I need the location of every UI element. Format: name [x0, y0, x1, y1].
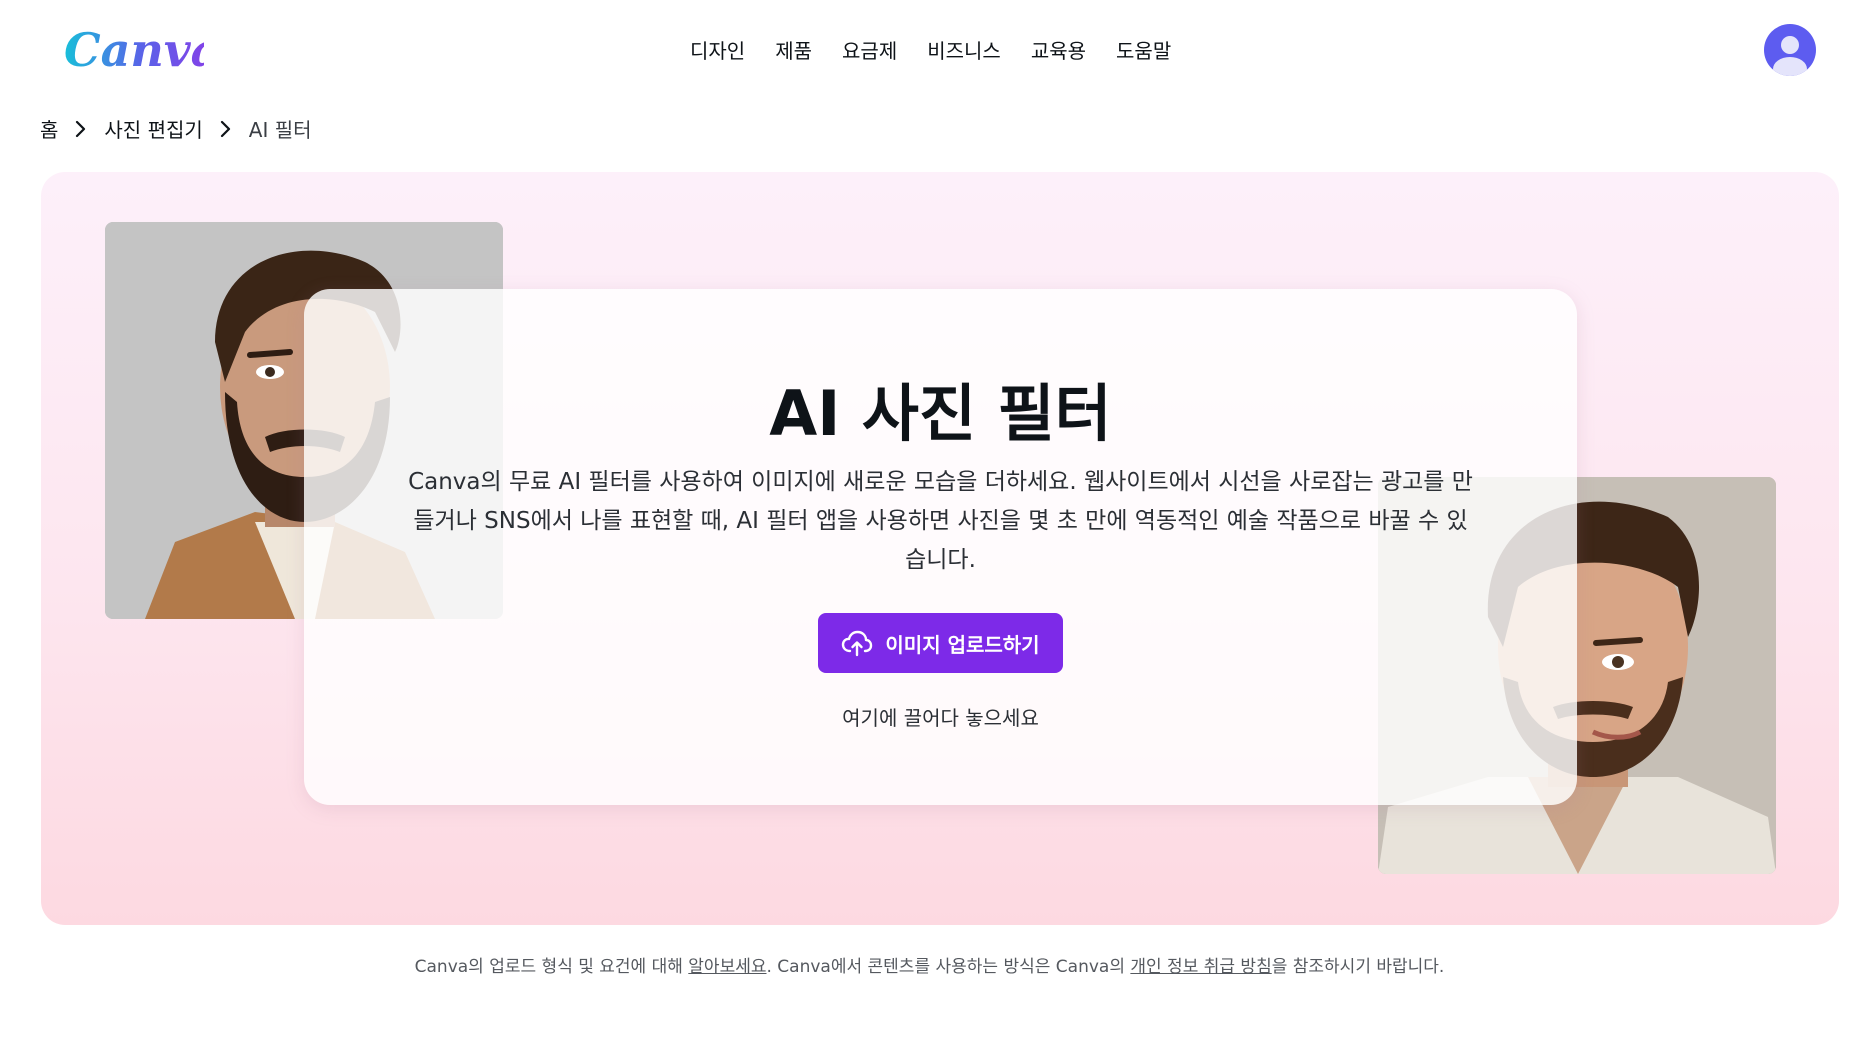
note-text-1: Canva의 업로드 형식 및 요건에 대해	[414, 957, 689, 977]
breadcrumb: 홈 사진 편집기 AI 필터	[40, 114, 312, 143]
upload-card: AI 사진 필터 Canva의 무료 AI 필터를 사용하여 이미지에 새로운 …	[304, 289, 1577, 805]
nav-item-help[interactable]: 도움말	[1116, 35, 1171, 64]
canva-logo[interactable]: Canva	[64, 20, 204, 80]
cloud-upload-icon	[842, 630, 873, 657]
user-icon	[1773, 36, 1807, 76]
upload-terms-note: Canva의 업로드 형식 및 요건에 대해 알아보세요. Canva에서 콘텐…	[0, 952, 1859, 977]
note-text-2: . Canva에서 콘텐츠를 사용하는 방식은 Canva의	[766, 957, 1131, 977]
chevron-right-icon	[76, 120, 86, 137]
breadcrumb-ai-filter: AI 필터	[248, 118, 312, 142]
main-nav: 디자인 제품 요금제 비즈니스 교육용 도움말	[690, 35, 1171, 64]
upload-image-button[interactable]: 이미지 업로드하기	[818, 613, 1063, 673]
breadcrumb-home[interactable]: 홈	[40, 114, 58, 143]
top-header: Canva 디자인 제품 요금제 비즈니스 교육용 도움말	[0, 0, 1859, 100]
nav-item-products[interactable]: 제품	[775, 35, 812, 64]
note-text-3: 을 참조하시기 바랍니다.	[1271, 957, 1445, 977]
learn-more-link[interactable]: 알아보세요	[688, 957, 766, 977]
hero-description: Canva의 무료 AI 필터를 사용하여 이미지에 새로운 모습을 더하세요.…	[408, 469, 1473, 573]
drop-zone-hint[interactable]: 여기에 끌어다 놓으세요	[304, 702, 1577, 731]
upload-button-label: 이미지 업로드하기	[885, 632, 1040, 657]
user-avatar[interactable]	[1764, 24, 1816, 76]
page-title: AI 사진 필터	[769, 377, 1112, 450]
nav-item-design[interactable]: 디자인	[690, 35, 745, 64]
nav-item-business[interactable]: 비즈니스	[927, 35, 1001, 64]
privacy-policy-link[interactable]: 개인 정보 취급 방침	[1130, 957, 1271, 977]
breadcrumb-photo-editor[interactable]: 사진 편집기	[104, 114, 202, 143]
nav-item-education[interactable]: 교육용	[1031, 35, 1086, 64]
chevron-right-icon	[220, 120, 230, 137]
nav-item-plans[interactable]: 요금제	[842, 35, 897, 64]
hero-section: AI 사진 필터 Canva의 무료 AI 필터를 사용하여 이미지에 새로운 …	[41, 172, 1839, 925]
logo-text: Canva	[64, 23, 204, 77]
